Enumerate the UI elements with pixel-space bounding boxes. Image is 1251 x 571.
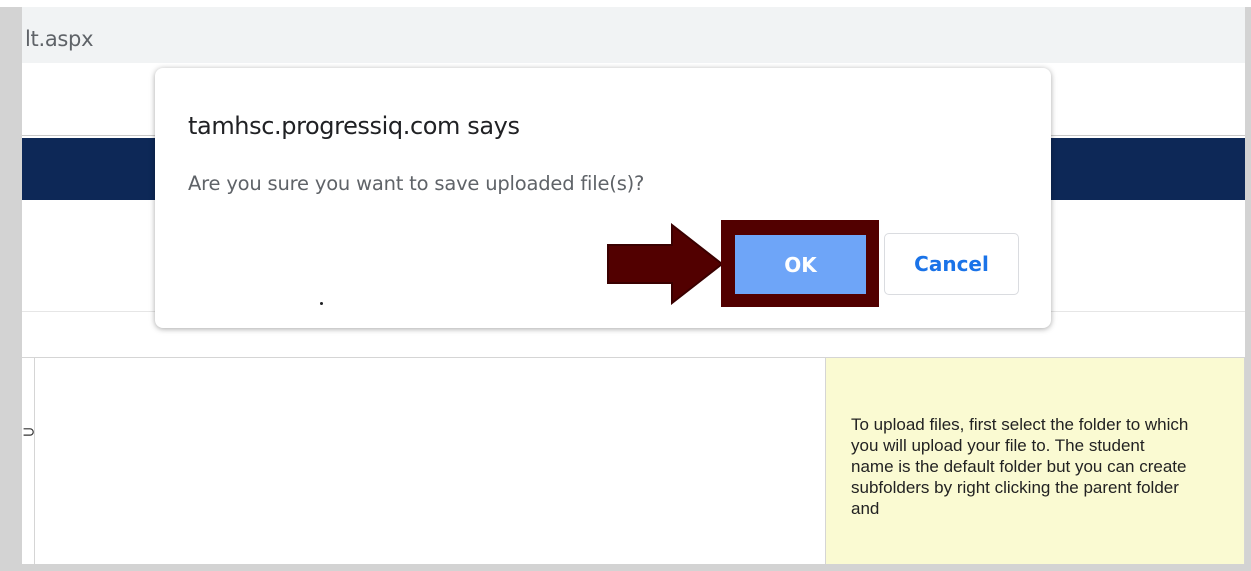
right-arrow-icon: [607, 223, 724, 305]
cancel-button[interactable]: Cancel: [884, 233, 1019, 295]
dialog-dot: [320, 302, 323, 305]
ok-button[interactable]: OK: [735, 235, 866, 294]
frame-top: [0, 0, 1251, 7]
frame-left: [0, 7, 22, 571]
confirm-dialog: tamhsc.progressiq.com says Are you sure …: [155, 68, 1051, 328]
file-list-panel: [34, 357, 825, 565]
address-text: lt.aspx: [25, 27, 94, 51]
help-panel: To upload files, first select the folder…: [825, 357, 1245, 565]
help-text: To upload files, first select the folder…: [851, 415, 1189, 518]
screenshot-viewport: lt.aspx ⊃ To upload files, first select …: [0, 0, 1251, 571]
dialog-message: Are you sure you want to save uploaded f…: [188, 172, 645, 195]
frame-right: [1245, 7, 1251, 571]
frame-bottom: [0, 564, 1251, 571]
address-bar[interactable]: lt.aspx: [22, 7, 1245, 63]
dialog-title: tamhsc.progressiq.com says: [188, 112, 520, 140]
upload-content-area: ⊃ To upload files, first select the fold…: [22, 357, 1245, 565]
